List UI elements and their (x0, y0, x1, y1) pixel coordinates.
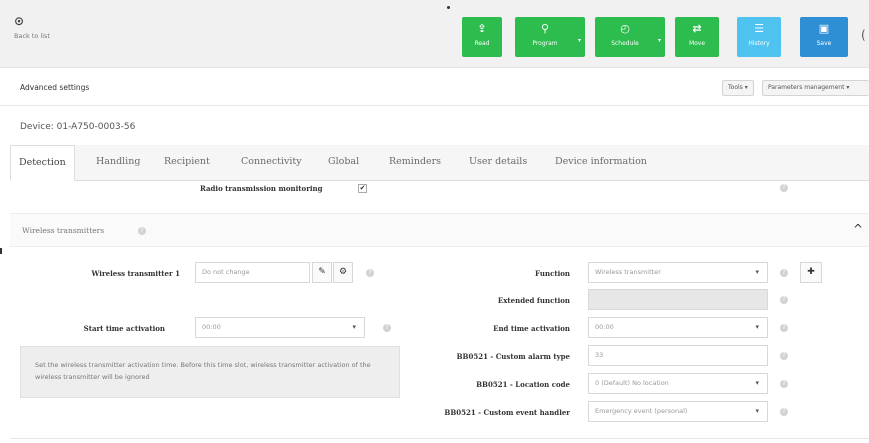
tab-reminders[interactable]: Reminders (381, 145, 449, 181)
tab-global[interactable]: Global (320, 145, 367, 181)
schedule-button[interactable]: ◴ Schedule ▾ (595, 17, 665, 57)
edit-transmitter-button[interactable]: ✎ (312, 262, 332, 283)
function-value: Wireless transmitter (595, 268, 661, 276)
function-select[interactable]: Wireless transmitter ▾ (588, 262, 768, 283)
settings-edge-icon[interactable]: ( (861, 28, 866, 42)
radio-monitoring-checkbox[interactable]: ✔ (358, 184, 367, 193)
collapse-chevron-icon[interactable]: ^ (853, 222, 863, 236)
back-to-list-label: Back to list (14, 32, 50, 40)
read-label: Read (474, 40, 490, 47)
top-toolbar: ⊙ Back to list ⇪ Read ⚲ Program ▾ ◴ Sche… (0, 0, 869, 68)
shuffle-icon: ⇄ (692, 22, 702, 35)
transmitter-settings-gear-button[interactable]: ⚙ (333, 262, 353, 283)
end-time-activation-label: End time activation (493, 324, 570, 333)
tab-user-details[interactable]: User details (461, 145, 535, 181)
tools-dropdown-button[interactable]: Tools ▾ (722, 80, 754, 96)
program-dropdown-caret[interactable]: ▾ (578, 37, 581, 44)
wireless-transmitter-1-input[interactable]: Do not change (195, 262, 310, 283)
save-label: Save (816, 40, 832, 47)
advanced-settings-title: Advanced settings (20, 83, 90, 92)
chevron-down-icon: ▾ (755, 407, 759, 415)
end-time-activation-value: 00:00 (595, 323, 614, 331)
settings-tabs: Detection Handling Recipient Connectivit… (10, 145, 869, 181)
location-code-label: BB0521 - Location code (476, 380, 570, 389)
tab-recipient[interactable]: Recipient (156, 145, 218, 181)
chevron-down-icon: ▾ (755, 379, 759, 387)
upload-icon: ⇪ (477, 22, 487, 35)
list-icon: ☰ (754, 22, 764, 35)
move-label: Move (688, 40, 706, 47)
history-label: History (748, 40, 770, 47)
tab-handling[interactable]: Handling (88, 145, 148, 181)
schedule-dropdown-caret[interactable]: ▾ (658, 37, 661, 44)
radio-monitoring-help-icon[interactable]: ? (780, 184, 788, 192)
history-button[interactable]: ☰ History (737, 17, 781, 57)
bottom-divider (10, 438, 869, 439)
extended-function-help-icon[interactable]: ? (780, 296, 788, 304)
function-label: Function (535, 269, 570, 278)
radio-monitoring-label: Radio transmission monitoring (200, 184, 323, 193)
wireless-transmitters-help-icon[interactable]: ? (138, 227, 146, 235)
device-title: Device: 01-A750-0003-56 (20, 122, 136, 132)
chevron-down-icon: ▾ (352, 323, 356, 331)
end-time-activation-select[interactable]: 00:00 ▾ (588, 317, 768, 338)
move-button[interactable]: ⇄ Move (675, 17, 719, 57)
start-time-activation-select[interactable]: 00:00 ▾ (195, 317, 365, 338)
start-time-activation-help-icon[interactable]: ? (383, 324, 391, 332)
custom-alarm-type-label: BB0521 - Custom alarm type (456, 352, 570, 361)
add-function-button[interactable]: ✚ (800, 262, 822, 283)
location-code-select[interactable]: 0 (Default) No location ▾ (588, 373, 768, 394)
tab-connectivity[interactable]: Connectivity (233, 145, 310, 181)
activation-time-note: Set the wireless transmitter activation … (20, 346, 400, 398)
start-time-activation-label: Start time activation (83, 324, 165, 333)
clock-icon: ◴ (620, 22, 630, 35)
back-to-list-button[interactable]: ⊙ Back to list (14, 14, 70, 54)
wireless-transmitter-1-help-icon[interactable]: ? (366, 269, 374, 277)
arrow-circle-left-icon: ⊙ (14, 14, 25, 28)
save-button[interactable]: ▣ Save (800, 17, 848, 57)
schedule-label: Schedule (611, 40, 639, 47)
parameters-management-dropdown-button[interactable]: Parameters management ▾ (762, 80, 869, 96)
tab-device-information[interactable]: Device information (547, 145, 655, 181)
end-time-activation-help-icon[interactable]: ? (780, 324, 788, 332)
floppy-disk-icon: ▣ (818, 22, 830, 35)
custom-event-handler-select[interactable]: Emergency event (personal) ▾ (588, 401, 768, 422)
left-edge-marker (0, 248, 2, 254)
wireless-transmitters-section-header[interactable]: Wireless transmitters ? ^ (10, 213, 869, 247)
wireless-transmitters-title: Wireless transmitters (22, 226, 105, 235)
chevron-down-icon: ▾ (755, 268, 759, 276)
tab-detection[interactable]: Detection (10, 145, 75, 181)
extended-function-input (588, 289, 768, 310)
wireless-transmitter-1-label: Wireless transmitter 1 (91, 269, 180, 278)
function-help-icon[interactable]: ? (780, 269, 788, 277)
chevron-down-icon: ▾ (755, 323, 759, 331)
custom-alarm-type-help-icon[interactable]: ? (780, 352, 788, 360)
program-label: Program (532, 40, 558, 47)
location-code-value: 0 (Default) No location (595, 379, 669, 387)
pin-icon: ⚲ (540, 22, 550, 35)
extended-function-label: Extended function (497, 296, 570, 305)
start-time-activation-value: 00:00 (202, 323, 221, 331)
program-button[interactable]: ⚲ Program ▾ (515, 17, 585, 57)
advanced-settings-bar: Advanced settings Tools ▾ Parameters man… (0, 70, 869, 106)
custom-event-handler-value: Emergency event (personal) (595, 407, 688, 415)
custom-event-handler-help-icon[interactable]: ? (780, 408, 788, 416)
location-code-help-icon[interactable]: ? (780, 380, 788, 388)
custom-event-handler-label: BB0521 - Custom event handler (444, 408, 570, 417)
custom-alarm-type-input[interactable]: 33 (588, 345, 768, 366)
read-button[interactable]: ⇪ Read (462, 17, 502, 57)
toolbar-dot (447, 6, 450, 9)
